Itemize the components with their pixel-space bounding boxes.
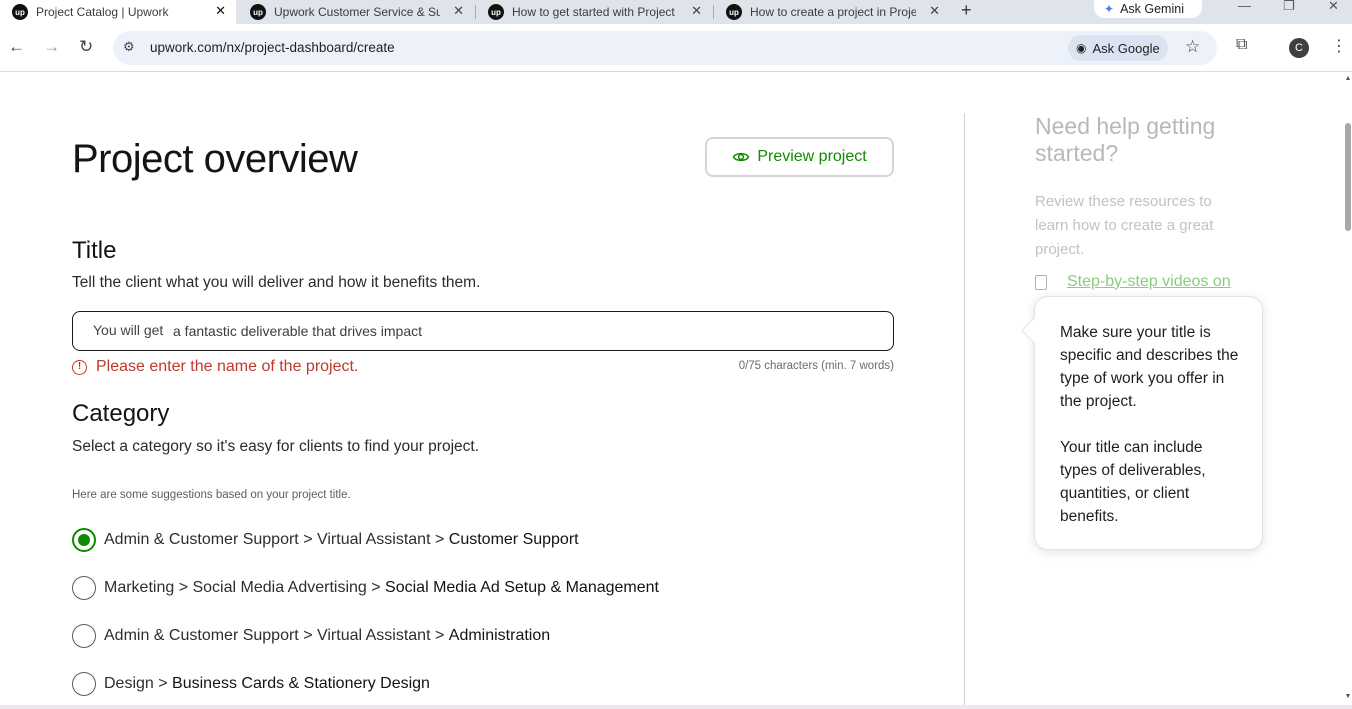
close-tab-icon[interactable]: ✕ <box>691 0 702 22</box>
title-error-text: Please enter the name of the project. <box>96 358 359 375</box>
minimize-icon[interactable]: — <box>1238 0 1251 12</box>
error-icon: ! <box>72 359 87 375</box>
restore-icon[interactable]: ❐ <box>1283 0 1295 12</box>
category-leaf: Social Media Ad Setup & Management <box>385 579 659 596</box>
bottom-edge <box>0 705 1352 709</box>
site-settings-icon[interactable]: ⚙ <box>123 39 135 55</box>
upwork-favicon-icon: up <box>488 4 504 20</box>
address-bar[interactable]: ⚙ upwork.com/nx/project-dashboard/create… <box>113 31 1217 65</box>
ask-gemini-label: Ask Gemini <box>1120 2 1184 16</box>
ask-gemini-button[interactable]: ✦ Ask Gemini <box>1094 0 1202 18</box>
character-counter: 0/75 characters (min. 7 words) <box>738 360 894 372</box>
category-leaf: Administration <box>448 627 551 644</box>
profile-avatar[interactable]: C <box>1289 38 1309 58</box>
tab-strip: up Project Catalog | Upwork ✕ up Upwork … <box>0 0 1352 24</box>
title-description: Tell the client what you will deliver an… <box>72 274 481 291</box>
back-icon[interactable]: ← <box>8 36 25 58</box>
category-option[interactable]: Marketing > Social Media Advertising > S… <box>72 576 659 600</box>
bookmark-star-icon[interactable]: ☆ <box>1185 37 1200 57</box>
tab-title: How to get started with Project <box>512 5 675 19</box>
close-tab-icon[interactable]: ✕ <box>929 0 940 22</box>
radio-button-checked[interactable] <box>72 528 96 552</box>
title-input[interactable] <box>173 312 873 350</box>
extensions-icon[interactable]: ⧉ <box>1236 36 1247 54</box>
lens-icon: ◉ <box>1076 41 1087 55</box>
scroll-up-arrow-icon[interactable]: ▲ <box>1344 75 1352 82</box>
browser-toolbar: ← → ↻ ⚙ upwork.com/nx/project-dashboard/… <box>0 24 1352 72</box>
radio-button[interactable] <box>72 576 96 600</box>
tab-customer-service[interactable]: up Upwork Customer Service & Su ✕ <box>238 0 474 24</box>
radio-button[interactable] <box>72 672 96 696</box>
category-path: Admin & Customer Support > Virtual Assis… <box>104 627 445 644</box>
reload-icon[interactable]: ↻ <box>79 36 93 58</box>
title-field[interactable]: You will get <box>72 311 894 351</box>
column-divider <box>964 113 965 709</box>
title-prefix: You will get <box>93 322 164 338</box>
new-tab-icon[interactable]: + <box>961 0 972 20</box>
help-description: Review these resources to learn how to c… <box>1035 193 1214 258</box>
category-path: Marketing > Social Media Advertising > <box>104 579 381 596</box>
ask-google-button[interactable]: ◉ Ask Google <box>1068 35 1168 61</box>
title-heading: Title <box>72 237 117 264</box>
tab-project-catalog[interactable]: up Project Catalog | Upwork ✕ <box>0 0 236 24</box>
tooltip-paragraph: Your title can include types of delivera… <box>1060 439 1206 525</box>
url-text[interactable]: upwork.com/nx/project-dashboard/create <box>150 40 395 55</box>
gemini-sparkle-icon: ✦ <box>1104 2 1115 16</box>
category-option[interactable]: Admin & Customer Support > Virtual Assis… <box>72 624 550 648</box>
page-scrollbar[interactable]: ▲ ▼ <box>1344 73 1352 709</box>
scrollbar-thumb[interactable] <box>1345 123 1351 231</box>
category-option[interactable]: Admin & Customer Support > Virtual Assis… <box>72 528 579 552</box>
help-resource-item[interactable]: Step-by-step videos on <box>1035 273 1231 291</box>
preview-project-button[interactable]: Preview project <box>705 137 894 177</box>
upwork-favicon-icon: up <box>726 4 742 20</box>
page-content: Project overview Preview project Title T… <box>0 73 1352 709</box>
category-description: Select a category so it's easy for clien… <box>72 438 480 455</box>
tab-title: Project Catalog | Upwork <box>36 5 169 19</box>
preview-project-label: Preview project <box>757 148 867 165</box>
category-heading: Category <box>72 400 170 427</box>
suggestions-note: Here are some suggestions based on your … <box>72 489 351 501</box>
forward-icon[interactable]: → <box>43 36 60 58</box>
tab-create-project[interactable]: up How to create a project in Proje ✕ <box>714 0 950 24</box>
page-title: Project overview <box>72 137 358 181</box>
scroll-down-arrow-icon[interactable]: ▼ <box>1344 693 1352 700</box>
tooltip-paragraph: Make sure your title is specific and des… <box>1060 324 1239 410</box>
tab-title: How to create a project in Proje <box>750 5 916 19</box>
document-icon <box>1035 274 1047 290</box>
category-leaf: Customer Support <box>448 531 579 548</box>
category-leaf: Business Cards & Stationery Design <box>172 675 430 692</box>
eye-icon <box>732 152 750 162</box>
help-heading: Need help getting started? <box>1035 113 1216 166</box>
category-option[interactable]: Design > Business Cards & Stationery Des… <box>72 672 430 696</box>
ask-google-label: Ask Google <box>1092 40 1160 56</box>
title-error: ! Please enter the name of the project. <box>72 358 358 376</box>
title-tip-tooltip: Make sure your title is specific and des… <box>1034 296 1263 550</box>
more-menu-icon[interactable]: ⋮ <box>1331 36 1347 56</box>
close-tab-icon[interactable]: ✕ <box>453 0 464 22</box>
close-window-icon[interactable]: ✕ <box>1328 0 1339 12</box>
tab-title: Upwork Customer Service & Su <box>274 5 440 19</box>
step-by-step-videos-link[interactable]: Step-by-step videos on <box>1067 273 1231 291</box>
category-path: Design > <box>104 675 168 692</box>
upwork-favicon-icon: up <box>12 4 28 20</box>
upwork-favicon-icon: up <box>250 4 266 20</box>
close-tab-icon[interactable]: ✕ <box>215 0 226 22</box>
category-path: Admin & Customer Support > Virtual Assis… <box>104 531 445 548</box>
radio-button[interactable] <box>72 624 96 648</box>
tab-get-started[interactable]: up How to get started with Project ✕ <box>476 0 712 24</box>
